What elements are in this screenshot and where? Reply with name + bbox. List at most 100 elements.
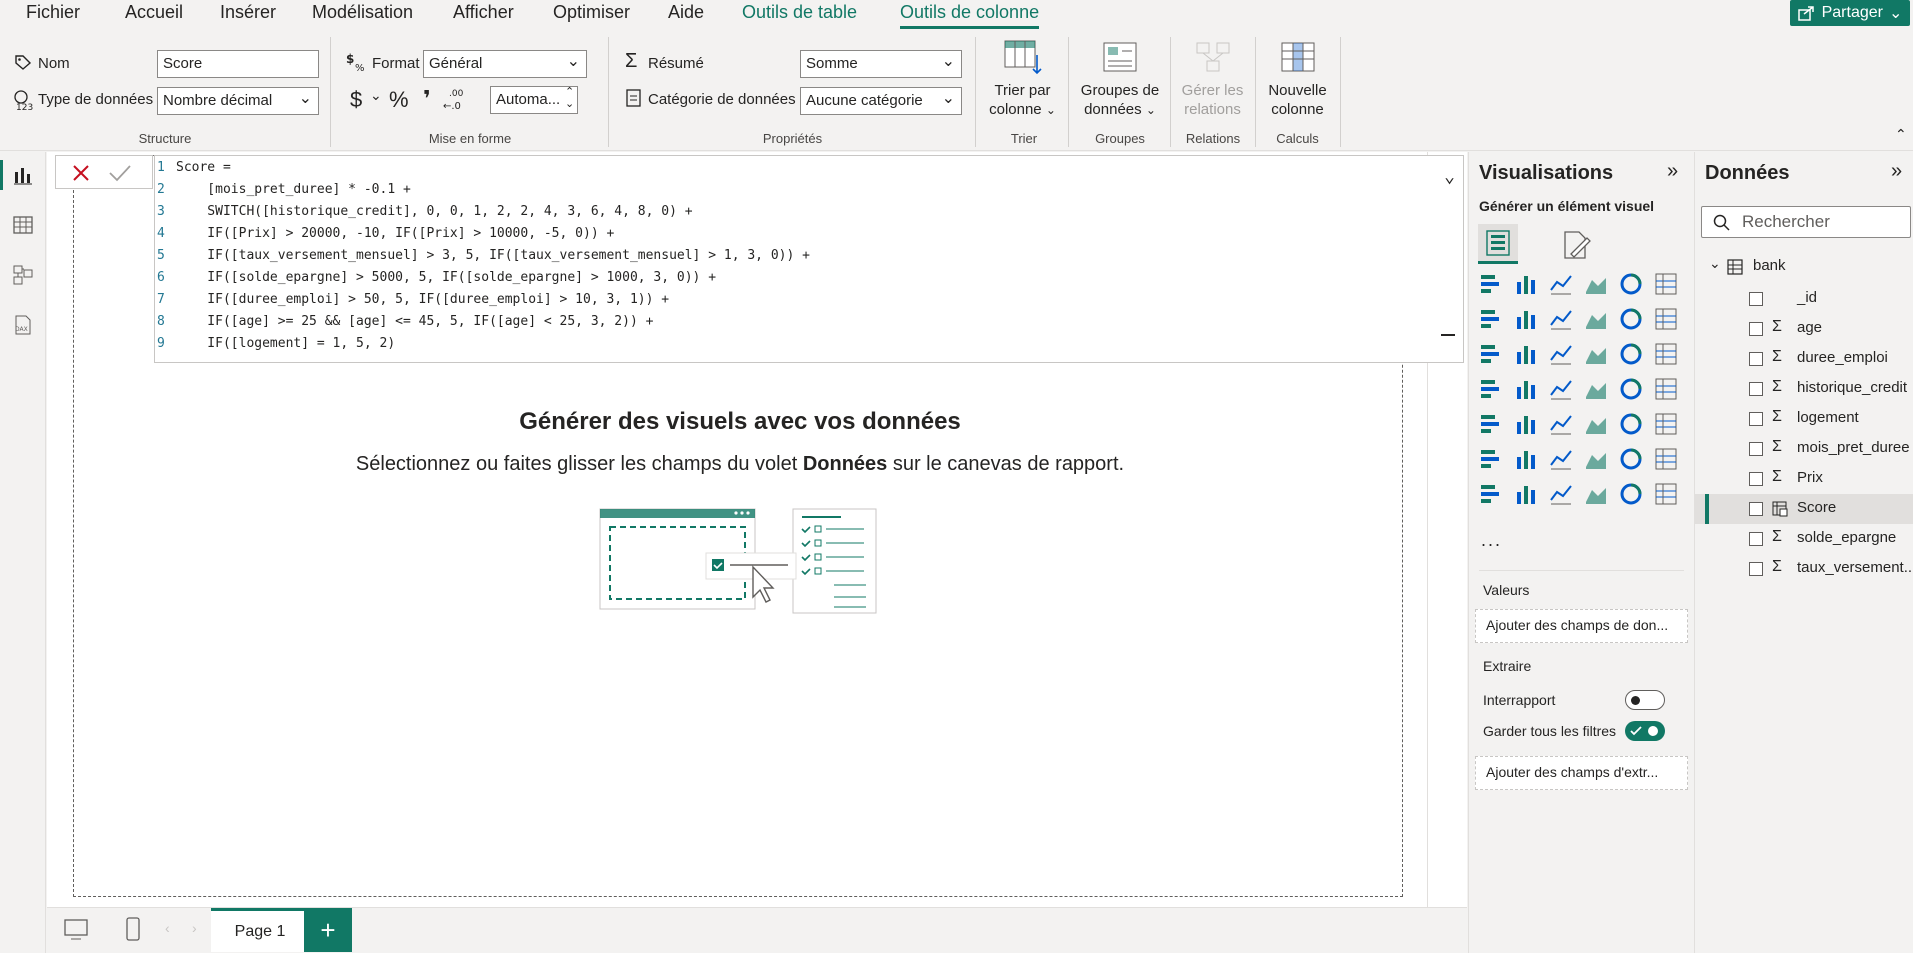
currency-button[interactable]: $ <box>350 87 362 113</box>
cancel-icon[interactable] <box>71 163 91 183</box>
paginated-report-icon[interactable] <box>1619 447 1643 471</box>
ribbon-chart-icon[interactable] <box>1584 307 1608 331</box>
chevron-icon[interactable] <box>1654 482 1678 506</box>
pie-chart-icon[interactable] <box>1584 342 1608 366</box>
field-item[interactable]: Σduree_emploi <box>1695 344 1913 374</box>
map-icon[interactable] <box>1479 377 1503 401</box>
collapse-formula-icon[interactable] <box>1441 334 1455 336</box>
chevron-down-icon[interactable]: ⌄ <box>370 87 382 104</box>
search-input[interactable]: Rechercher <box>1701 206 1911 238</box>
qna-icon[interactable] <box>1549 447 1573 471</box>
summary-select[interactable]: Somme <box>800 50 962 78</box>
sort-by-column-button[interactable]: Trier par colonne ⌄ <box>985 39 1060 120</box>
mobile-layout-icon[interactable] <box>125 916 141 942</box>
waterfall-icon[interactable] <box>1479 342 1503 366</box>
shape-icon[interactable] <box>1584 482 1608 506</box>
menu-outils-table[interactable]: Outils de table <box>742 2 857 23</box>
goals-icon[interactable] <box>1654 447 1678 471</box>
matrix-icon[interactable] <box>1584 412 1608 436</box>
field-checkbox[interactable] <box>1749 502 1763 516</box>
clustered-bar-icon[interactable] <box>1549 272 1573 296</box>
slicer-icon[interactable] <box>1514 412 1538 436</box>
metrics-icon[interactable] <box>1549 482 1573 506</box>
clustered-column-icon[interactable] <box>1584 272 1608 296</box>
field-checkbox[interactable] <box>1749 472 1763 486</box>
stepper-arrows-icon[interactable]: ⌃ ⌄ <box>565 86 574 110</box>
manage-relations-button[interactable]: Gérer les relations <box>1175 39 1250 119</box>
formula-editor[interactable]: 1 Score = 2 [mois_pret_duree] * -0.1 + 3 … <box>154 155 1464 363</box>
format-select[interactable]: Général <box>423 50 587 78</box>
line-column-icon[interactable] <box>1619 307 1643 331</box>
r-visual-icon[interactable] <box>1619 412 1643 436</box>
format-visual-icon[interactable] <box>1561 230 1591 260</box>
expand-formula-icon[interactable]: ⌄ <box>1444 166 1455 187</box>
menu-outils-colonne[interactable]: Outils de colonne <box>900 2 1040 29</box>
field-item[interactable]: Σhistorique_credit <box>1695 374 1913 404</box>
table-icon[interactable] <box>1549 412 1573 436</box>
card-icon[interactable] <box>1619 377 1643 401</box>
treemap-icon[interactable] <box>1654 342 1678 366</box>
collapse-pane-icon[interactable]: » <box>1667 160 1678 183</box>
prev-page-icon[interactable]: ‹ <box>165 920 170 936</box>
desktop-layout-icon[interactable] <box>63 918 89 942</box>
menu-aide[interactable]: Aide <box>668 2 704 23</box>
menu-optimiser[interactable]: Optimiser <box>553 2 630 23</box>
scatter-icon[interactable] <box>1549 342 1573 366</box>
report-view-icon[interactable] <box>12 164 34 186</box>
category-select[interactable]: Aucune catégorie <box>800 87 962 115</box>
decomposition-tree-icon[interactable] <box>1514 447 1538 471</box>
values-dropzone[interactable]: Ajouter des champs de don... <box>1475 609 1688 643</box>
area-chart-icon[interactable] <box>1514 307 1538 331</box>
line-clustered-icon[interactable] <box>1654 307 1678 331</box>
donut-chart-icon[interactable] <box>1619 342 1643 366</box>
menu-modelisation[interactable]: Modélisation <box>312 2 413 23</box>
data-type-select[interactable]: Nombre décimal <box>157 87 319 115</box>
stacked-area-icon[interactable] <box>1549 307 1573 331</box>
python-visual-icon[interactable] <box>1654 412 1678 436</box>
percent-button[interactable]: % <box>389 87 409 113</box>
field-checkbox[interactable] <box>1749 352 1763 366</box>
field-item[interactable]: _id <box>1695 284 1913 314</box>
menu-inserer[interactable]: Insérer <box>220 2 276 23</box>
menu-afficher[interactable]: Afficher <box>453 2 514 23</box>
100-column-icon[interactable] <box>1654 272 1678 296</box>
filled-map-icon[interactable] <box>1514 377 1538 401</box>
kpi-icon[interactable] <box>1479 412 1503 436</box>
100-bar-icon[interactable] <box>1619 272 1643 296</box>
more-visuals-icon[interactable]: ... <box>1481 530 1502 551</box>
field-item[interactable]: Σlogement <box>1695 404 1913 434</box>
field-checkbox[interactable] <box>1749 382 1763 396</box>
collapse-pane-icon[interactable]: » <box>1891 160 1902 183</box>
menu-accueil[interactable]: Accueil <box>125 2 183 23</box>
gauge-icon[interactable] <box>1584 377 1608 401</box>
new-column-button[interactable]: Nouvelle colonne <box>1260 39 1335 119</box>
table-view-icon[interactable] <box>12 214 34 236</box>
field-checkbox[interactable] <box>1749 532 1763 546</box>
next-page-icon[interactable]: › <box>192 920 197 936</box>
name-input[interactable]: Score <box>157 50 319 78</box>
check-icon[interactable] <box>108 163 132 183</box>
stacked-column-icon[interactable] <box>1514 272 1538 296</box>
add-page-button[interactable]: + <box>304 908 352 952</box>
build-visual-tab[interactable] <box>1478 224 1518 264</box>
field-checkbox[interactable] <box>1749 322 1763 336</box>
decimal-places-icon[interactable]: .00←.0 <box>443 87 467 111</box>
field-checkbox[interactable] <box>1749 292 1763 306</box>
share-button[interactable]: Partager ⌄ <box>1790 0 1910 26</box>
funnel-icon[interactable] <box>1514 342 1538 366</box>
cross-report-toggle[interactable] <box>1625 690 1665 710</box>
button-icon[interactable] <box>1619 482 1643 506</box>
field-checkbox[interactable] <box>1749 562 1763 576</box>
menu-fichier[interactable]: Fichier <box>26 2 80 23</box>
stacked-bar-icon[interactable] <box>1479 272 1503 296</box>
field-item[interactable]: Score <box>1695 494 1913 524</box>
narrative-icon[interactable] <box>1584 447 1608 471</box>
line-chart-icon[interactable] <box>1479 307 1503 331</box>
field-item[interactable]: Σ Prix <box>1695 464 1913 494</box>
drillthrough-dropzone[interactable]: Ajouter des champs d'extr... <box>1475 756 1688 790</box>
comma-button[interactable]: ❜ <box>423 86 431 112</box>
dax-query-view-icon[interactable]: DAX <box>12 314 34 336</box>
chevron-down-icon[interactable]: ⌄ <box>1709 255 1721 272</box>
field-item[interactable]: Σsolde_epargne <box>1695 524 1913 554</box>
key-influencers-icon[interactable] <box>1479 447 1503 471</box>
